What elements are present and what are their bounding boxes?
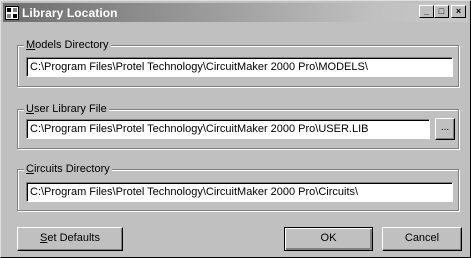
models-directory-input[interactable]: C:\Program Files\Protel Technology\Circu… (26, 57, 453, 77)
maximize-icon: □ (438, 6, 445, 16)
title-buttons: _ □ × (419, 5, 466, 18)
cancel-label: Cancel (404, 232, 440, 244)
ok-label: OK (320, 232, 337, 244)
library-window-icon[interactable] (5, 5, 19, 20)
browse-button[interactable]: ... (435, 118, 455, 140)
maximize-button[interactable]: □ (434, 5, 449, 18)
ok-button[interactable]: OK (284, 227, 373, 251)
circuits-directory-input[interactable]: C:\Program Files\Protel Technology\Circu… (26, 182, 453, 202)
minimize-icon: _ (423, 6, 429, 16)
set-defaults-button[interactable]: Set Defaults (17, 227, 123, 251)
ellipsis-browse-icon: ... (440, 122, 450, 133)
circuits-directory-label: Circuits Directory (24, 162, 112, 176)
library-location-dialog: Library Location _ □ × Models Directory … (0, 0, 471, 258)
cancel-button[interactable]: Cancel (382, 227, 462, 251)
close-button[interactable]: × (451, 5, 466, 18)
set-defaults-label: Set Defaults (40, 232, 100, 244)
close-icon: × (455, 6, 462, 16)
window-title: Library Location (22, 5, 118, 20)
models-directory-label: Models Directory (24, 38, 111, 52)
user-library-label: User Library File (24, 102, 109, 116)
user-library-input[interactable]: C:\Program Files\Protel Technology\Circu… (26, 119, 430, 139)
minimize-button[interactable]: _ (419, 5, 434, 18)
title-bar[interactable]: Library Location _ □ × (3, 3, 468, 22)
